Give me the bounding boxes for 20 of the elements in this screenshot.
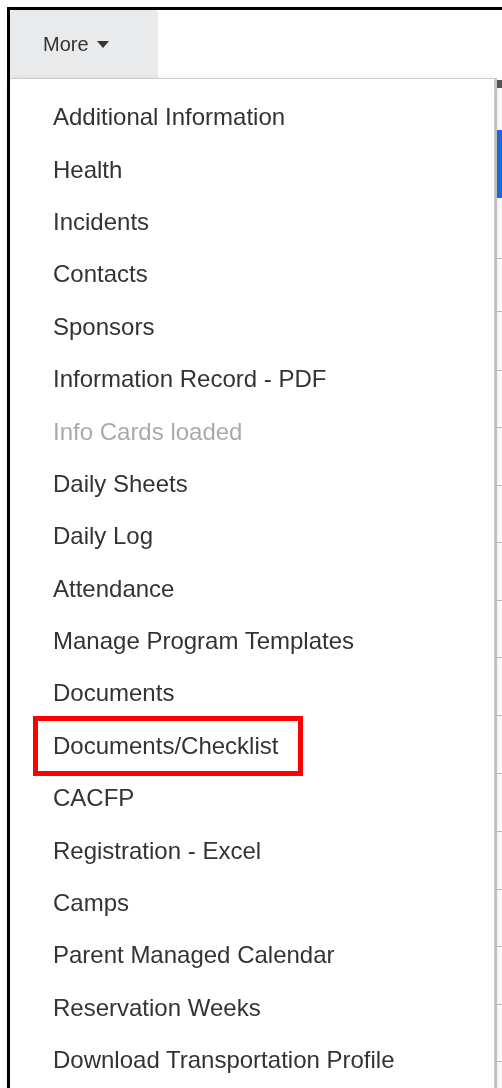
menu-item[interactable]: Daily Log <box>53 521 154 552</box>
menu-item[interactable]: Download Transportation Profile <box>53 1045 395 1076</box>
menu-item[interactable]: Information Record - PDF <box>53 364 327 395</box>
menu-item[interactable]: Manage Program Templates <box>53 626 355 657</box>
menu-item[interactable]: Attendance <box>53 573 175 604</box>
caret-icon <box>96 40 109 48</box>
menu-item[interactable]: Camps <box>53 888 130 919</box>
menu-item[interactable]: Daily Sheets <box>53 468 188 499</box>
menu-item[interactable]: Additional Information <box>53 102 286 133</box>
menu-item[interactable]: CACFP <box>53 783 135 814</box>
menu-item[interactable]: Contacts <box>53 259 148 290</box>
menu-item[interactable]: Parent Managed Calendar <box>53 940 335 971</box>
menu-item[interactable]: Documents/Checklist <box>33 715 304 776</box>
menu-item[interactable]: Documents <box>53 678 175 709</box>
menu-item[interactable]: Registration - Excel <box>53 835 262 866</box>
more-button[interactable]: More <box>10 10 158 78</box>
menu-item[interactable]: Incidents <box>53 206 150 237</box>
menu-item[interactable]: Health <box>53 154 123 185</box>
menu-item[interactable]: Reservation Weeks <box>53 992 261 1023</box>
menu-item[interactable]: Sponsors <box>53 311 155 342</box>
